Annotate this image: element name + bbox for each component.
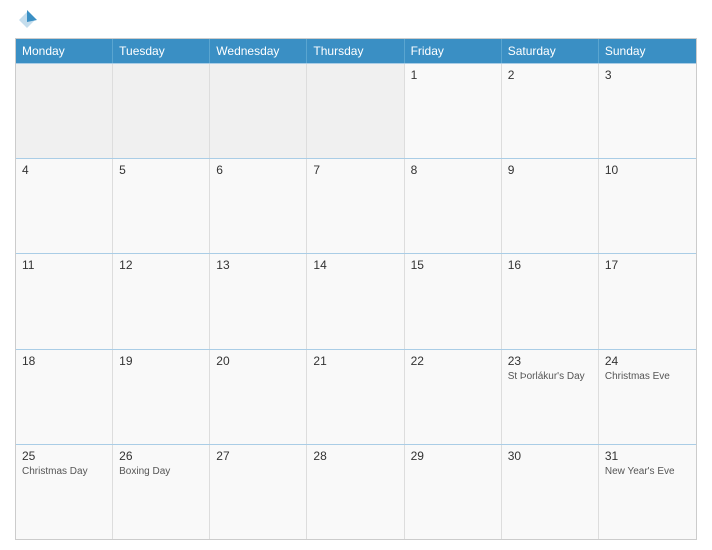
day-header-tuesday: Tuesday	[113, 39, 210, 63]
cell-date: 26	[119, 449, 203, 463]
day-header-friday: Friday	[405, 39, 502, 63]
cell-date: 30	[508, 449, 592, 463]
cell-date: 2	[508, 68, 592, 82]
day-header-thursday: Thursday	[307, 39, 404, 63]
cell-date: 8	[411, 163, 495, 177]
calendar-cell: 4	[16, 159, 113, 253]
calendar-cell: 28	[307, 445, 404, 539]
calendar-page: MondayTuesdayWednesdayThursdayFridaySatu…	[0, 0, 712, 550]
calendar-cell: 24 Christmas Eve	[599, 350, 696, 444]
cell-event: Boxing Day	[119, 465, 203, 478]
cell-date: 21	[313, 354, 397, 368]
day-header-sunday: Sunday	[599, 39, 696, 63]
calendar-cell: 9	[502, 159, 599, 253]
calendar-cell	[16, 64, 113, 158]
day-header-monday: Monday	[16, 39, 113, 63]
cell-date: 14	[313, 258, 397, 272]
cell-date: 16	[508, 258, 592, 272]
calendar-cell: 11	[16, 254, 113, 348]
cell-date: 19	[119, 354, 203, 368]
calendar-cell: 2	[502, 64, 599, 158]
calendar-cell: 3	[599, 64, 696, 158]
cell-date: 31	[605, 449, 690, 463]
calendar-cell: 7	[307, 159, 404, 253]
cell-date: 3	[605, 68, 690, 82]
cell-date: 22	[411, 354, 495, 368]
cell-date: 4	[22, 163, 106, 177]
calendar-cell: 22	[405, 350, 502, 444]
calendar-cell: 20	[210, 350, 307, 444]
calendar-cell: 13	[210, 254, 307, 348]
cell-event: New Year's Eve	[605, 465, 690, 478]
cell-date: 29	[411, 449, 495, 463]
logo-icon	[17, 10, 37, 30]
calendar-cell: 1	[405, 64, 502, 158]
calendar-cell: 10	[599, 159, 696, 253]
cell-date: 28	[313, 449, 397, 463]
cell-date: 23	[508, 354, 592, 368]
calendar-cell: 18	[16, 350, 113, 444]
cell-date: 7	[313, 163, 397, 177]
calendar-cell: 6	[210, 159, 307, 253]
week-row-1: 123	[16, 63, 696, 158]
cell-date: 5	[119, 163, 203, 177]
week-row-4: 18 19 20 21 22 23 St Þorlákur's Day 24 Christmas…	[16, 349, 696, 444]
cell-date: 20	[216, 354, 300, 368]
calendar-cell: 16	[502, 254, 599, 348]
calendar-cell: 12	[113, 254, 210, 348]
calendar-cell: 21	[307, 350, 404, 444]
week-row-3: 11 12 13 14 15 16 17	[16, 253, 696, 348]
cell-event: Christmas Eve	[605, 370, 690, 383]
cell-date: 6	[216, 163, 300, 177]
calendar-cell: 8	[405, 159, 502, 253]
calendar-cell: 23 St Þorlákur's Day	[502, 350, 599, 444]
cell-date: 1	[411, 68, 495, 82]
weeks-container: 1234567891011121314151617181920212223St …	[16, 63, 696, 539]
day-header-wednesday: Wednesday	[210, 39, 307, 63]
cell-date: 17	[605, 258, 690, 272]
cell-event: St Þorlákur's Day	[508, 370, 592, 383]
page-header	[15, 10, 697, 30]
calendar-cell: 15	[405, 254, 502, 348]
calendar-cell: 27	[210, 445, 307, 539]
calendar-cell: 25 Christmas Day	[16, 445, 113, 539]
calendar-cell: 31 New Year's Eve	[599, 445, 696, 539]
cell-date: 9	[508, 163, 592, 177]
calendar-cell: 17	[599, 254, 696, 348]
calendar-cell	[113, 64, 210, 158]
cell-date: 25	[22, 449, 106, 463]
cell-date: 10	[605, 163, 690, 177]
cell-event: Christmas Day	[22, 465, 106, 478]
cell-date: 11	[22, 258, 106, 272]
calendar-cell	[210, 64, 307, 158]
calendar-grid: MondayTuesdayWednesdayThursdayFridaySatu…	[15, 38, 697, 540]
cell-date: 15	[411, 258, 495, 272]
cell-date: 18	[22, 354, 106, 368]
cell-date: 24	[605, 354, 690, 368]
calendar-cell: 19	[113, 350, 210, 444]
calendar-cell: 30	[502, 445, 599, 539]
cell-date: 27	[216, 449, 300, 463]
day-headers-row: MondayTuesdayWednesdayThursdayFridaySatu…	[16, 39, 696, 63]
calendar-cell	[307, 64, 404, 158]
day-header-saturday: Saturday	[502, 39, 599, 63]
calendar-cell: 26 Boxing Day	[113, 445, 210, 539]
calendar-cell: 5	[113, 159, 210, 253]
logo	[17, 10, 41, 30]
calendar-cell: 29	[405, 445, 502, 539]
week-row-5: 25 Christmas Day 26 Boxing Day 27 28 29 30 31 New…	[16, 444, 696, 539]
cell-date: 12	[119, 258, 203, 272]
calendar-cell: 14	[307, 254, 404, 348]
week-row-2: 456789 10	[16, 158, 696, 253]
cell-date: 13	[216, 258, 300, 272]
